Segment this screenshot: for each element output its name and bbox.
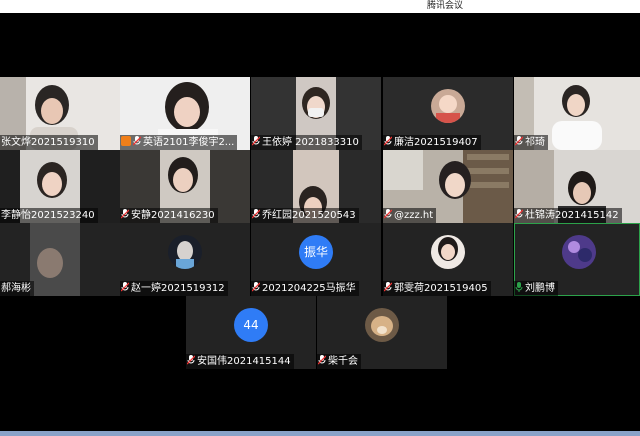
participant-tile[interactable]: 赵一婷2021519312 <box>120 223 250 296</box>
mic-active-icon <box>515 282 523 292</box>
avatar <box>431 235 465 269</box>
mic-muted-icon <box>121 209 129 219</box>
participant-name: 廉洁2021519407 <box>383 135 481 150</box>
participant-tile[interactable]: 44 安国伟2021415144 <box>186 296 316 369</box>
participant-tile[interactable]: 王依婷 2021833310 <box>251 77 381 150</box>
mic-muted-icon <box>252 282 260 292</box>
participant-tile[interactable]: 张文烨2021519310 <box>0 77 130 150</box>
participant-tile[interactable]: 郭雯荷2021519405 <box>383 223 513 296</box>
participant-name: 赵一婷2021519312 <box>120 281 228 296</box>
mic-muted-icon <box>515 209 523 219</box>
participant-name: 郝海彬 <box>0 281 34 296</box>
avatar: 44 <box>234 308 268 342</box>
avatar <box>168 235 202 269</box>
mic-muted-icon <box>187 355 195 365</box>
mic-muted-icon <box>318 355 326 365</box>
participant-name: 刘鹏博 <box>514 281 558 296</box>
participant-tile[interactable]: 安静2021416230 <box>120 150 250 223</box>
participant-name: 祁琦 <box>514 135 548 150</box>
participant-name: @zzz.ht <box>383 208 437 223</box>
participant-name: 王依婷 2021833310 <box>251 135 362 150</box>
host-badge-icon <box>121 136 131 146</box>
mic-muted-icon <box>133 136 141 146</box>
participant-tile[interactable]: 英语2101李俊宇2... <box>120 77 250 150</box>
participant-tile[interactable]: 祁琦 <box>514 77 640 150</box>
mic-muted-icon <box>384 136 392 146</box>
participant-name: 李静怡2021523240 <box>0 208 98 223</box>
participant-tile[interactable]: 乔红园2021520543 <box>251 150 381 223</box>
participant-tile[interactable]: @zzz.ht <box>383 150 513 223</box>
participant-name: 郭雯荷2021519405 <box>383 281 491 296</box>
participant-name: 安国伟2021415144 <box>186 354 294 369</box>
mic-muted-icon <box>252 209 260 219</box>
mic-muted-icon <box>121 282 129 292</box>
participant-tile[interactable]: 郝海彬 <box>0 223 130 296</box>
mic-muted-icon <box>252 136 260 146</box>
mic-muted-icon <box>384 282 392 292</box>
participant-tile[interactable]: 廉洁2021519407 <box>383 77 513 150</box>
participant-name: 2021204225马振华 <box>251 281 359 296</box>
participant-tile[interactable]: 振华 2021204225马振华 <box>251 223 381 296</box>
participant-name: 安静2021416230 <box>120 208 218 223</box>
participant-name: 杜锦涛2021415142 <box>514 208 622 223</box>
window-title: 腾讯会议 <box>426 1 463 11</box>
avatar <box>365 308 399 342</box>
mic-muted-icon <box>515 136 523 146</box>
participant-tile[interactable]: 杜锦涛2021415142 <box>514 150 640 223</box>
participant-name: 柴千会 <box>317 354 361 369</box>
participant-tile[interactable]: 柴千会 <box>317 296 447 369</box>
title-bar: 腾讯会议 <box>0 0 640 13</box>
participant-name: 乔红园2021520543 <box>251 208 359 223</box>
avatar: 振华 <box>299 235 333 269</box>
avatar <box>431 89 465 123</box>
taskbar-strip <box>0 431 640 436</box>
participant-name: 张文烨2021519310 <box>0 135 98 150</box>
participant-tile[interactable]: 李静怡2021523240 <box>0 150 130 223</box>
participant-tile[interactable]: 刘鹏博 <box>514 223 640 296</box>
avatar <box>562 235 596 269</box>
participant-name: 英语2101李俊宇2... <box>120 135 238 150</box>
mic-muted-icon <box>384 209 392 219</box>
